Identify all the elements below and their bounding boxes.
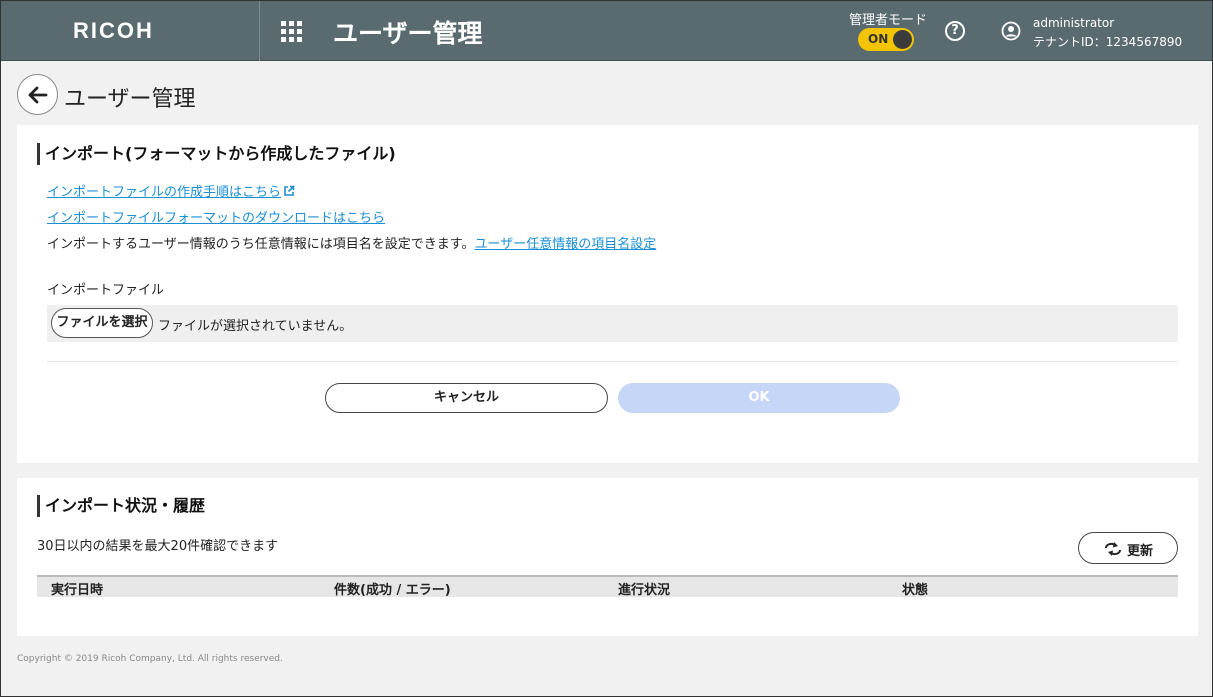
history-table-header: 実行日時 件数(成功 / エラー) 進行状況 状態 [37, 575, 1178, 598]
column-header-count: 件数(成功 / エラー) [334, 583, 451, 598]
header-divider [259, 1, 260, 61]
history-note: 30日以内の結果を最大20件確認できます [37, 539, 279, 554]
refresh-button[interactable]: 更新 [1078, 532, 1178, 564]
admin-mode-toggle[interactable]: ON [858, 28, 914, 51]
file-picker-row: ファイルを選択 ファイルが選択されていません。 [47, 305, 1178, 342]
import-history-panel: インポート状況・履歴 30日以内の結果を最大20件確認できます 更新 実行日時 … [17, 478, 1198, 636]
user-circle-icon[interactable] [1001, 21, 1021, 41]
tenant-id: テナントID：1234567890 [1033, 35, 1183, 49]
format-download-link[interactable]: インポートファイルフォーマットのダウンロードはこちら [47, 207, 385, 226]
choose-file-button[interactable]: ファイルを選択 [51, 308, 153, 338]
refresh-icon [1105, 542, 1121, 556]
ok-button[interactable]: OK [618, 383, 900, 413]
cancel-button[interactable]: キャンセル [325, 383, 608, 413]
copyright: Copyright © 2019 Ricoh Company, Ltd. All… [17, 654, 283, 664]
refresh-label: 更新 [1127, 544, 1154, 559]
import-file-label: インポートファイル [47, 283, 165, 298]
arrow-left-icon [28, 86, 48, 104]
ricoh-logo: RICOH [73, 18, 154, 43]
toggle-knob [893, 30, 912, 49]
user-name: administrator [1033, 16, 1115, 30]
header-title: ユーザー管理 [333, 19, 483, 48]
import-panel: インポート(フォーマットから作成したファイル) インポートファイルの作成手順はこ… [17, 125, 1198, 463]
admin-mode-label: 管理者モード [849, 13, 928, 28]
back-button[interactable] [17, 74, 58, 115]
import-procedure-link[interactable]: インポートファイルの作成手順はこちら [47, 181, 295, 200]
app-header: RICOH ユーザー管理 管理者モード ON ? administrator テ… [1, 1, 1212, 61]
toggle-state-label: ON [868, 32, 889, 46]
file-status-text: ファイルが選択されていません。 [158, 319, 353, 334]
column-header-date: 実行日時 [51, 583, 104, 598]
custom-field-settings-link[interactable]: ユーザー任意情報の項目名設定 [474, 237, 656, 252]
info-text: インポートするユーザー情報のうち任意情報には項目名を設定できます。 [47, 237, 475, 252]
help-icon[interactable]: ? [945, 21, 965, 41]
import-procedure-link-text: インポートファイルの作成手順はこちら [47, 185, 282, 200]
page-title: ユーザー管理 [64, 87, 196, 112]
external-link-icon [284, 185, 295, 196]
history-section-title: インポート状況・履歴 [37, 495, 205, 517]
divider [47, 361, 1178, 362]
column-header-progress: 進行状況 [618, 583, 671, 598]
column-header-status: 状態 [902, 583, 929, 598]
info-text-line: インポートするユーザー情報のうち任意情報には項目名を設定できます。ユーザー任意情… [47, 233, 656, 252]
import-section-title: インポート(フォーマットから作成したファイル) [37, 143, 396, 165]
apps-grid-icon[interactable] [281, 21, 302, 42]
